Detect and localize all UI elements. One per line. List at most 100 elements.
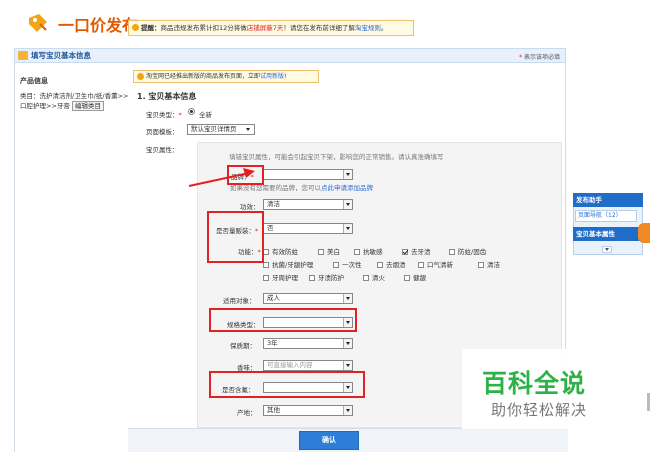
- checkbox-box[interactable]: [418, 262, 424, 268]
- checkbox-label: 抗菌/牙龈护理: [272, 261, 314, 269]
- shelf-life-select[interactable]: 3年: [263, 338, 353, 349]
- notice-banner: 提醒：商品违规发布累计扣12分将做店铺屏蔽7天！请您在发布前详细了解淘宝规则。: [128, 20, 414, 36]
- checkbox-label: 去牙渍: [411, 248, 431, 256]
- tip-end: !: [284, 73, 287, 80]
- confirm-button[interactable]: 确认: [299, 431, 359, 450]
- edit-icon: [18, 51, 28, 60]
- basic-attributes-item[interactable]: 宝贝基本属性: [573, 227, 643, 241]
- annotation-box-bulk: [207, 211, 264, 263]
- checkbox-label: 清洁: [487, 261, 500, 269]
- checkbox-box[interactable]: [404, 275, 410, 281]
- function-checkbox[interactable]: 抗敏感: [354, 246, 383, 256]
- price-tag-icon: [29, 14, 47, 32]
- origin-value: 其他: [267, 406, 280, 414]
- bulb-icon: [137, 73, 144, 80]
- basic-info-title: 1. 宝贝基本信息: [137, 92, 197, 101]
- annotation-box-spec: [209, 308, 357, 332]
- bulk-pack-select[interactable]: 否: [263, 223, 353, 234]
- required-star: *: [178, 111, 182, 119]
- bulb-icon: [132, 24, 139, 31]
- checkbox-box[interactable]: [402, 249, 408, 255]
- target-user-value: 成人: [267, 294, 280, 302]
- function-checkbox[interactable]: 抗菌/牙龈护理: [263, 259, 313, 269]
- dropdown-arrow-icon: [343, 406, 352, 415]
- page-nav-item[interactable]: 页面导航（12）: [575, 210, 637, 222]
- required-note: * 表示该项必填: [519, 52, 560, 61]
- checkbox-box[interactable]: [309, 275, 315, 281]
- item-type-label-text: 宝贝类型：: [146, 111, 179, 119]
- shelf-life-label: 保质期：: [230, 342, 256, 350]
- template-value: 默认宝贝详情页: [191, 125, 237, 133]
- origin-select[interactable]: 其他: [263, 405, 353, 416]
- required-note-text: 表示该项必填: [523, 54, 560, 61]
- dropdown-arrow-icon: [343, 170, 352, 179]
- function-checkbox[interactable]: 有效防蛀: [263, 246, 298, 256]
- scent-placeholder: 可直接输入内容: [267, 361, 313, 369]
- section-header: 填写宝贝基本信息 * 表示该项必填: [14, 48, 566, 63]
- collapse-arrow-icon[interactable]: [602, 246, 612, 253]
- checkbox-label: 牙周护理: [272, 274, 298, 282]
- checkbox-box[interactable]: [377, 262, 383, 268]
- dropdown-arrow-icon: [343, 339, 352, 348]
- chevron-down-icon: [246, 128, 250, 131]
- tip-text: 淘宝网已经推出新版的商品发布页面，立即: [146, 73, 261, 80]
- annotation-box-fluoride: [209, 371, 365, 398]
- dropdown-arrow-icon: [343, 224, 352, 233]
- template-select[interactable]: 默认宝贝详情页: [187, 124, 255, 135]
- dropdown-arrow-icon: [343, 361, 352, 370]
- function-checkbox[interactable]: 去牙渍: [402, 246, 431, 256]
- category-path: 类目：洗护清洁剂/卫生巾/纸/香薰>>口腔护理>>牙膏 编辑类目: [20, 91, 132, 111]
- checkbox-box[interactable]: [263, 275, 269, 281]
- checkbox-box[interactable]: [478, 262, 484, 268]
- checkbox-label: 美白: [327, 248, 340, 256]
- checkbox-box[interactable]: [333, 262, 339, 268]
- function-checkbox[interactable]: 防蛀/固齿: [449, 246, 486, 256]
- try-new-version-link[interactable]: 试用新版: [260, 73, 284, 80]
- target-user-select[interactable]: 成人: [263, 293, 353, 304]
- brand-select[interactable]: [263, 169, 353, 180]
- checkbox-label: 健龈: [413, 274, 426, 282]
- item-type-radio[interactable]: [188, 108, 195, 115]
- checkbox-box[interactable]: [354, 249, 360, 255]
- function-checkbox[interactable]: 健龈: [404, 272, 426, 282]
- dropdown-arrow-icon: [343, 200, 352, 209]
- notice-text-a: 商品违规发布累计扣12分将做: [160, 24, 247, 32]
- function-checkbox[interactable]: 牙周护理: [263, 272, 298, 282]
- attributes-hint: 填错宝贝属性，可能会引起宝贝下架，影响您的正常销售。请认真准确填写: [229, 153, 444, 161]
- function-checkbox[interactable]: 牙渍防护: [309, 272, 344, 282]
- notice-text-b: ！请您在发布前详细了解: [283, 24, 355, 32]
- checkbox-box[interactable]: [449, 249, 455, 255]
- function-checkbox[interactable]: 清火: [363, 272, 385, 282]
- watermark-title: 百科全说: [482, 369, 587, 398]
- edit-category-button[interactable]: 编辑类目: [71, 101, 104, 111]
- function-checkbox[interactable]: 美白: [318, 246, 340, 256]
- publish-helper-title: 发布助手: [573, 193, 643, 207]
- mascot-icon: [638, 223, 650, 243]
- function-checkbox[interactable]: 去烟渍: [377, 259, 406, 269]
- scent-input[interactable]: 可直接输入内容: [263, 360, 353, 371]
- template-label: 页面模板：: [146, 128, 179, 136]
- attributes-label: 宝贝属性：: [146, 146, 179, 154]
- checkbox-box[interactable]: [318, 249, 324, 255]
- function-checkbox[interactable]: 一次性: [333, 259, 362, 269]
- apply-brand-link[interactable]: 点此申请添加品牌: [321, 184, 373, 192]
- page-title: 一口价发布: [58, 16, 139, 35]
- efficacy-label: 功效：: [240, 203, 260, 211]
- checkbox-label: 去烟渍: [386, 261, 406, 269]
- dropdown-arrow-icon: [343, 294, 352, 303]
- function-checkbox[interactable]: 清洁: [478, 259, 500, 269]
- annotation-box-brand: [227, 165, 264, 185]
- checkbox-box[interactable]: [363, 275, 369, 281]
- efficacy-select[interactable]: 清洁: [263, 199, 353, 210]
- checkbox-label: 一次性: [342, 261, 362, 269]
- section-title: 填写宝贝基本信息: [31, 51, 91, 60]
- checkbox-label: 抗敏感: [363, 248, 383, 256]
- rules-link[interactable]: 淘宝规则: [355, 24, 381, 32]
- checkbox-label: 有效防蛀: [272, 248, 298, 256]
- item-type-radio-label: 全新: [199, 111, 212, 119]
- checkbox-label: 清火: [372, 274, 385, 282]
- checkbox-label: 牙渍防护: [318, 274, 344, 282]
- notice-text-red: 店铺屏蔽7天: [246, 24, 284, 32]
- product-info-title: 产品信息: [20, 77, 48, 85]
- function-checkbox[interactable]: 口气清新: [418, 259, 453, 269]
